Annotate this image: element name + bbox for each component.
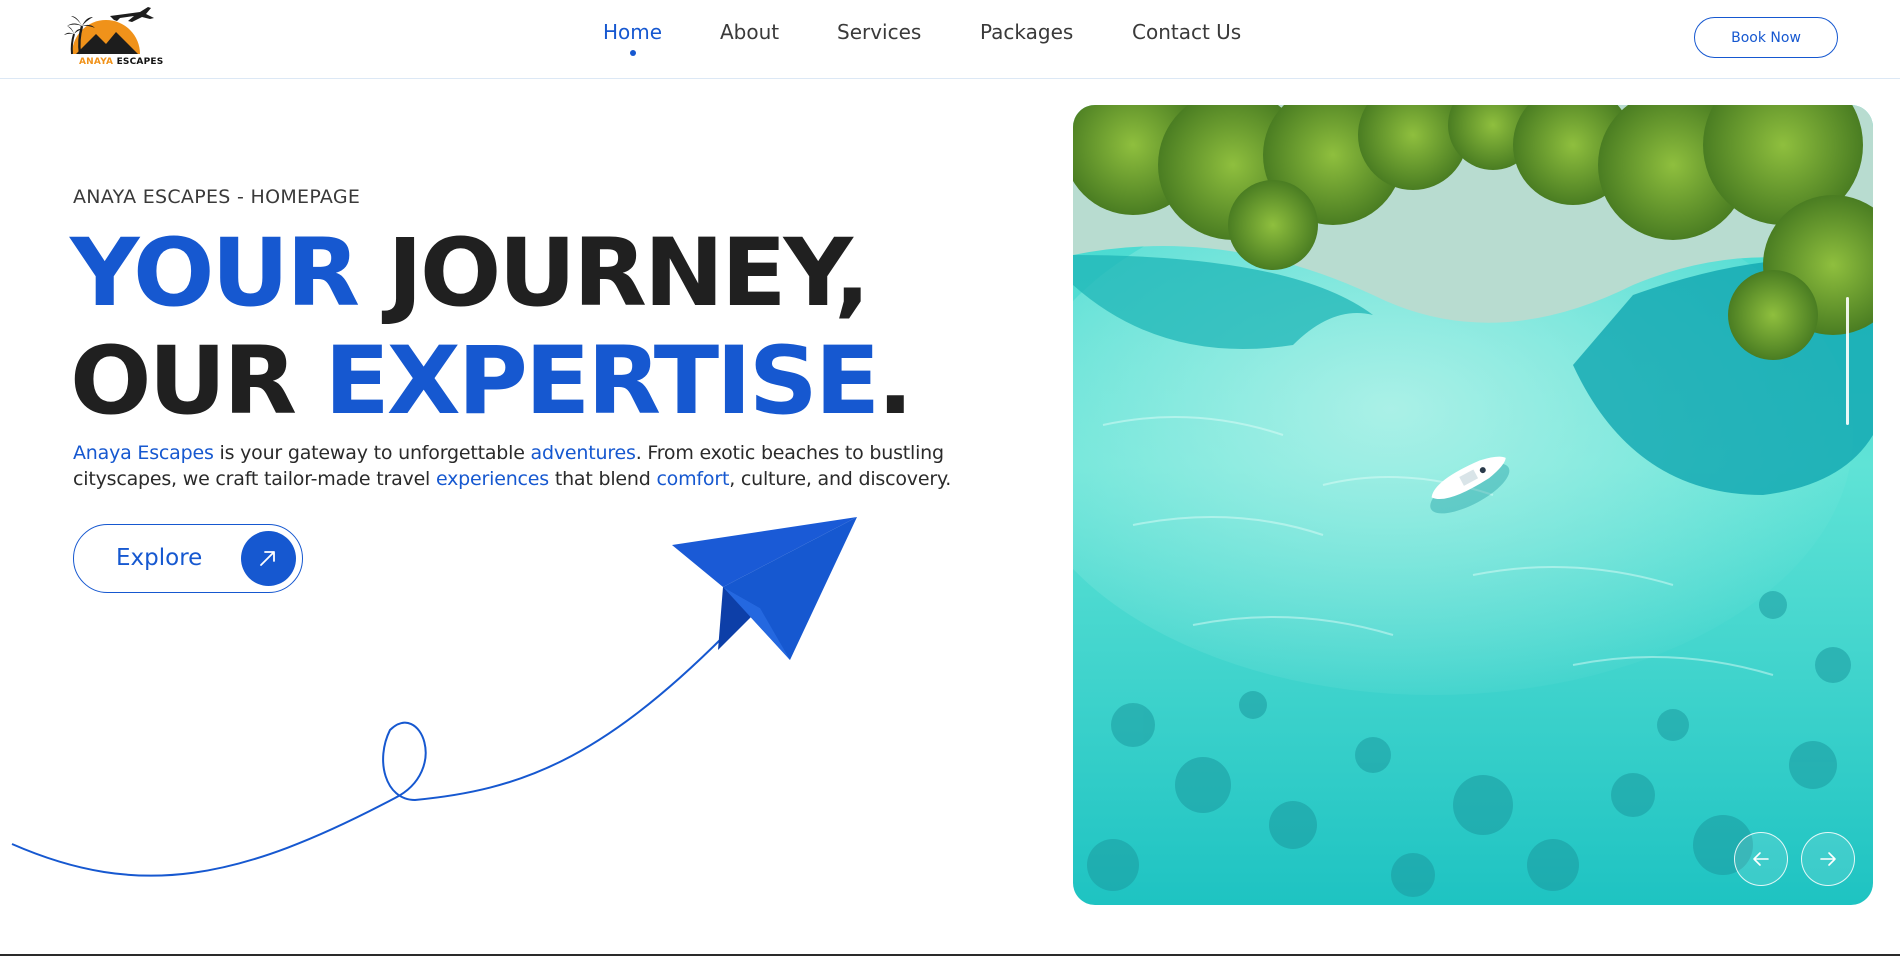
headline-journey: JOURNEY,: [356, 219, 870, 328]
book-now-button[interactable]: Book Now: [1694, 17, 1838, 58]
flight-path-line: [11, 634, 726, 877]
nav-item-contact-us[interactable]: Contact Us: [1132, 20, 1241, 44]
headline-our: OUR: [70, 327, 325, 436]
page-eyebrow: ANAYA ESCAPES - HOMEPAGE: [73, 186, 361, 208]
desc-text-4: , culture, and discovery.: [729, 468, 952, 490]
desc-text-3: that blend: [549, 468, 657, 490]
nav-item-about[interactable]: About: [720, 20, 779, 44]
site-header: ANAYA ESCAPES Home About Services Packag…: [0, 0, 1900, 79]
nav-item-label: Packages: [980, 20, 1074, 44]
hero-description: Anaya Escapes is your gateway to unforge…: [73, 440, 993, 492]
nav-item-label: Services: [837, 20, 922, 44]
headline-expertise: EXPERTISE: [324, 327, 880, 436]
aerial-beach-photo: [1073, 105, 1873, 905]
link-experiences[interactable]: experiences: [436, 468, 549, 490]
logo-word-anaya: ANAYA: [79, 57, 114, 67]
slider-prev-button[interactable]: [1734, 832, 1788, 886]
nav-item-services[interactable]: Services: [837, 20, 921, 44]
nav-item-packages[interactable]: Packages: [980, 20, 1073, 44]
headline-line-1: YOUR JOURNEY,: [70, 220, 911, 328]
arrow-left-icon: [1753, 852, 1769, 866]
paper-plane-illustration: [11, 517, 857, 877]
headline-period: .: [877, 327, 913, 436]
hero-headline: YOUR JOURNEY, OUR EXPERTISE.: [70, 220, 914, 436]
link-comfort[interactable]: comfort: [656, 468, 729, 490]
nav-item-label: About: [720, 20, 780, 44]
desc-text-1: is your gateway to unforgettable: [213, 442, 531, 464]
headline-your: YOUR: [70, 219, 360, 328]
logo-word-escapes: ESCAPES: [116, 57, 164, 67]
headline-line-2: OUR EXPERTISE.: [70, 327, 914, 436]
link-adventures[interactable]: adventures: [531, 442, 636, 464]
hero-beach-image: [1073, 105, 1873, 905]
arrow-right-icon: [1820, 852, 1836, 866]
slider-progress-bar: [1846, 297, 1849, 425]
nav-item-home[interactable]: Home: [603, 20, 663, 56]
link-anaya-escapes[interactable]: Anaya Escapes: [73, 442, 214, 464]
nav-item-label: Contact Us: [1132, 20, 1242, 44]
nav-item-label: Home: [603, 20, 663, 44]
brand-logo-text: ANAYA ESCAPES: [79, 57, 163, 67]
active-indicator-dot: [629, 50, 636, 56]
paper-plane-icon: [672, 517, 857, 660]
slider-next-button[interactable]: [1801, 832, 1855, 886]
